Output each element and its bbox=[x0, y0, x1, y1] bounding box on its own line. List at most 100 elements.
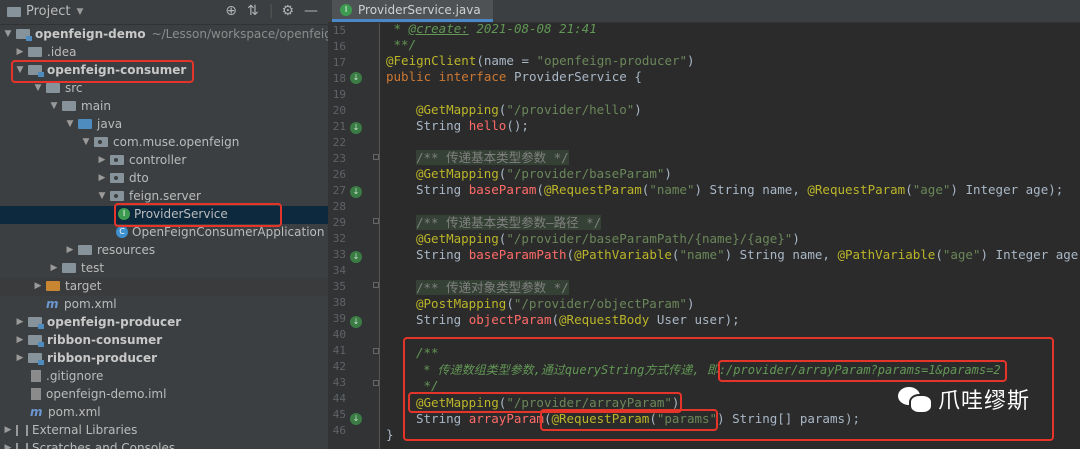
code-line-20[interactable]: @GetMapping("/provider/hello") bbox=[416, 102, 642, 118]
package-icon bbox=[110, 173, 124, 183]
implemented-icon[interactable]: ↓ bbox=[350, 413, 362, 425]
wechat-icon bbox=[898, 385, 933, 414]
chevron-right-icon[interactable]: ▶ bbox=[96, 173, 108, 183]
tree-item-dto[interactable]: ▶ dto bbox=[0, 170, 328, 188]
chevron-down-icon[interactable]: ▼ bbox=[64, 119, 76, 129]
chevron-right-icon[interactable]: ▶ bbox=[14, 47, 26, 57]
code-line-38[interactable]: @PostMapping("/provider/objectParam") bbox=[416, 296, 694, 312]
tree-item-ribbon-consumer[interactable]: ▶ ribbon-consumer bbox=[0, 332, 328, 350]
tree-item-main[interactable]: ▼ main bbox=[0, 98, 328, 116]
locate-icon[interactable]: ⊕ bbox=[225, 3, 237, 19]
line-number: 40 bbox=[332, 328, 346, 341]
code-line-35[interactable]: /** 传递对象类型参数 */ bbox=[416, 280, 569, 296]
chevron-down-icon[interactable]: ▼ bbox=[80, 137, 92, 147]
package-icon bbox=[110, 191, 124, 201]
tab-provider-service[interactable]: I ProviderService.java bbox=[332, 0, 493, 22]
implemented-icon[interactable]: ↓ bbox=[350, 72, 362, 84]
code-line-17[interactable]: @FeignClient(name = "openfeign-producer"… bbox=[386, 53, 695, 69]
tree-item-openfeign-demo[interactable]: ▼ openfeign-demo ~/Lesson/workspace/open… bbox=[0, 26, 328, 44]
excluded-folder-icon bbox=[46, 281, 60, 291]
line-number: 18 bbox=[332, 72, 346, 85]
source-folder-icon bbox=[78, 119, 92, 129]
project-panel-title[interactable]: Project bbox=[26, 4, 70, 19]
separator: | bbox=[268, 3, 274, 19]
implemented-icon[interactable]: ↓ bbox=[350, 251, 362, 263]
chevron-down-icon[interactable]: ▼ bbox=[2, 29, 14, 39]
chevron-right-icon[interactable]: ▶ bbox=[96, 155, 108, 165]
line-number: 35 bbox=[332, 280, 346, 293]
collapse-all-icon[interactable]: ⇅ bbox=[247, 3, 259, 19]
chevron-right-icon[interactable]: ▶ bbox=[2, 443, 14, 449]
tree-item-controller[interactable]: ▶ controller bbox=[0, 152, 328, 170]
chevron-right-icon[interactable]: ▶ bbox=[32, 281, 44, 291]
fold-marker-icon[interactable] bbox=[373, 218, 379, 224]
tree-item-external-libraries[interactable]: ▶ External Libraries bbox=[0, 422, 328, 440]
package-icon bbox=[94, 137, 108, 147]
tree-item-pom-xml[interactable]: m pom.xml bbox=[0, 296, 328, 314]
code-line-26[interactable]: @GetMapping("/provider/baseParam") bbox=[416, 166, 672, 182]
line-number: 16 bbox=[332, 40, 346, 53]
code-line-39[interactable]: String objectParam(@RequestBody User use… bbox=[416, 312, 740, 328]
tree-item-resources[interactable]: ▶ resources bbox=[0, 242, 328, 260]
chevron-right-icon[interactable]: ▶ bbox=[14, 335, 26, 345]
line-number: 20 bbox=[332, 104, 346, 117]
line-number: 21 bbox=[332, 120, 346, 133]
code-line-15[interactable]: * @create: 2021-08-08 21:41 bbox=[386, 21, 597, 37]
chevron-right-icon[interactable]: ▶ bbox=[48, 263, 60, 273]
chevron-down-icon[interactable]: ▼ bbox=[48, 101, 60, 111]
module-icon bbox=[16, 29, 32, 41]
chevron-down-icon[interactable]: ▼ bbox=[76, 7, 83, 17]
line-number: 33 bbox=[332, 248, 346, 261]
line-number: 28 bbox=[332, 200, 346, 213]
chevron-right-icon[interactable]: ▶ bbox=[64, 245, 76, 255]
tree-item-ribbon-producer[interactable]: ▶ ribbon-producer bbox=[0, 350, 328, 368]
hide-icon[interactable]: — bbox=[304, 3, 318, 19]
fold-marker-icon[interactable] bbox=[373, 282, 379, 288]
tree-item-scratches[interactable]: ▶ Scratches and Consoles bbox=[0, 440, 328, 449]
tree-item-java[interactable]: ▼ java bbox=[0, 116, 328, 134]
spring-class-icon: C bbox=[116, 226, 128, 238]
line-number: 46 bbox=[332, 424, 346, 437]
implemented-icon[interactable]: ↓ bbox=[350, 186, 362, 198]
tree-item-gitignore[interactable]: .gitignore bbox=[0, 368, 328, 386]
module-icon bbox=[28, 353, 44, 365]
line-number: 39 bbox=[332, 312, 346, 325]
code-line-23[interactable]: /** 传递基本类型参数 */ bbox=[416, 150, 569, 166]
implemented-icon[interactable]: ↓ bbox=[350, 122, 362, 134]
tree-item-test[interactable]: ▶ test bbox=[0, 260, 328, 278]
highlight-box-request-param bbox=[540, 409, 718, 431]
fold-marker-icon[interactable] bbox=[373, 348, 379, 354]
code-line-21[interactable]: String hello(); bbox=[416, 118, 529, 134]
project-panel-header: Project ▼ ⊕ ⇅ | ⚙ — bbox=[0, 0, 328, 25]
code-line-29[interactable]: /** 传递基本类型参数—路径 */ bbox=[416, 215, 602, 231]
implemented-icon[interactable]: ↓ bbox=[350, 316, 362, 328]
tree-item-openfeign-producer[interactable]: ▶ openfeign-producer bbox=[0, 314, 328, 332]
code-line-46[interactable]: } bbox=[386, 427, 394, 443]
library-icon bbox=[16, 424, 28, 436]
code-line-32[interactable]: @GetMapping("/provider/baseParamPath/{na… bbox=[416, 231, 800, 247]
chevron-right-icon[interactable]: ▶ bbox=[14, 353, 26, 363]
tree-item-openfeign-demo-iml[interactable]: openfeign-demo.iml bbox=[0, 386, 328, 404]
fold-marker-icon[interactable] bbox=[373, 154, 379, 160]
chevron-down-icon[interactable]: ▼ bbox=[32, 83, 44, 93]
chevron-right-icon[interactable]: ▶ bbox=[2, 425, 14, 435]
gear-icon[interactable]: ⚙ bbox=[281, 3, 294, 19]
interface-icon: I bbox=[340, 3, 352, 16]
chevron-right-icon[interactable]: ▶ bbox=[14, 317, 26, 327]
editor-tab-bar: I ProviderService.java bbox=[328, 0, 1080, 23]
folder-icon bbox=[62, 101, 76, 111]
line-number: 23 bbox=[332, 152, 346, 165]
code-line-33[interactable]: String baseParamPath(@PathVariable("name… bbox=[416, 247, 1080, 263]
tree-item-target[interactable]: ▶ target bbox=[0, 278, 328, 296]
code-line-18[interactable]: public interface ProviderService { bbox=[386, 69, 642, 85]
chevron-down-icon[interactable]: ▼ bbox=[96, 191, 108, 201]
tree-item-root-pom-xml[interactable]: m pom.xml bbox=[0, 404, 328, 422]
file-icon bbox=[31, 388, 41, 400]
fold-marker-icon[interactable] bbox=[373, 380, 379, 386]
code-line-16[interactable]: **/ bbox=[386, 37, 417, 53]
highlight-box-module bbox=[11, 60, 194, 83]
tree-item-com-muse-openfeign[interactable]: ▼ com.muse.openfeign bbox=[0, 134, 328, 152]
code-line-27[interactable]: String baseParam(@RequestParam("name") S… bbox=[416, 182, 1063, 198]
maven-file-icon: m bbox=[46, 297, 59, 311]
project-folder-icon bbox=[7, 6, 21, 17]
